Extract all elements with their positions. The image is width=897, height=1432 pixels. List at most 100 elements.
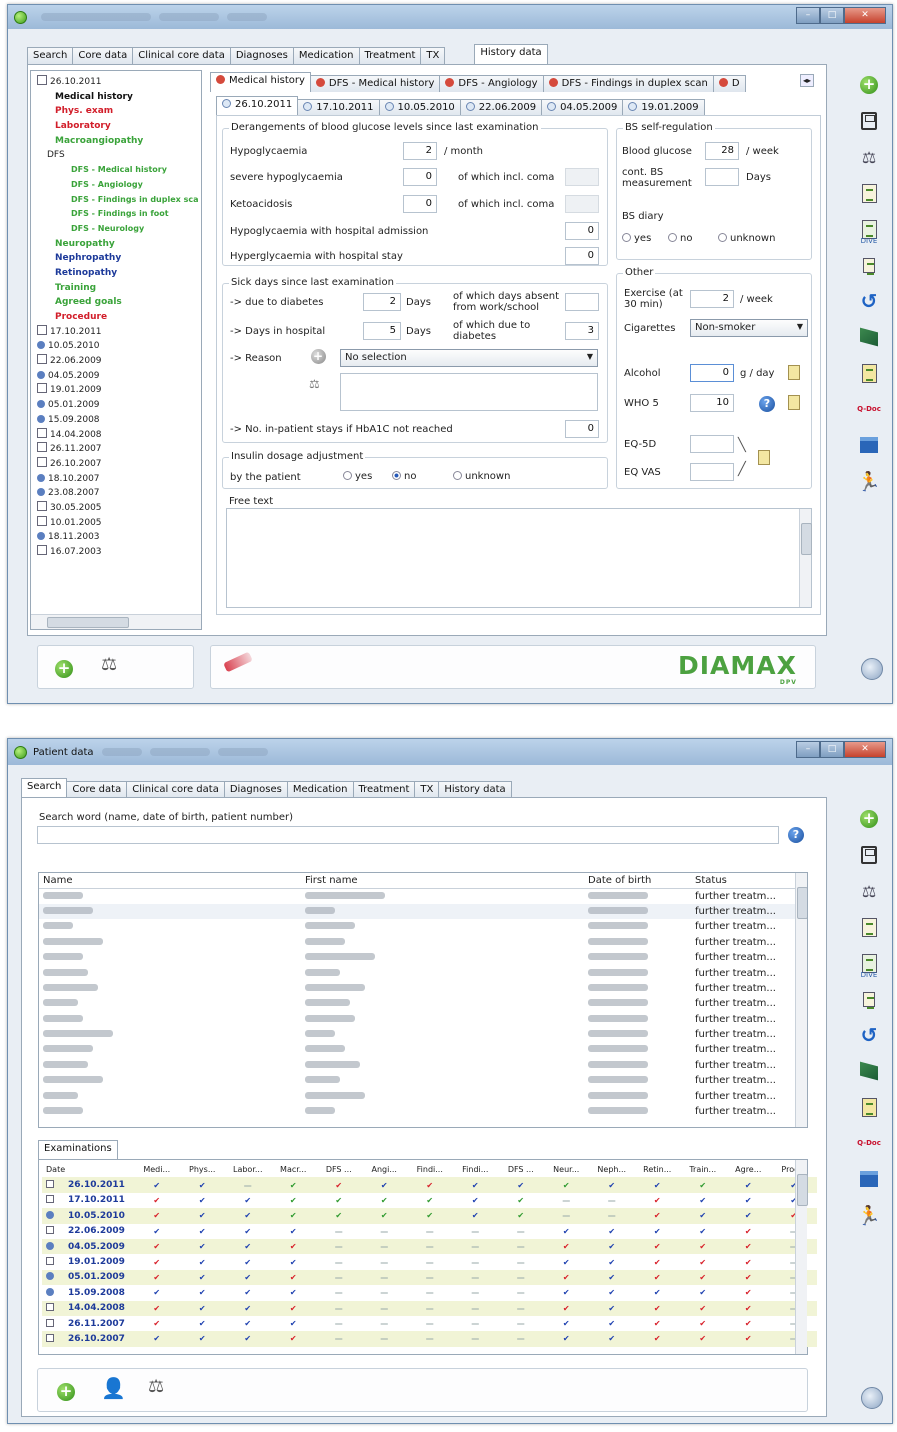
insulin-yes[interactable]: yes	[343, 471, 372, 482]
dive-icon[interactable]: DIVE	[856, 216, 882, 245]
tree-item[interactable]: Procedure	[37, 310, 201, 325]
exam-row[interactable]: 26.10.2007 ✔ ✔ ✔ ✔ — — — — — ✔ ✔ ✔ ✔ ✔ —	[42, 1331, 817, 1347]
exam-column-header[interactable]: Agre...	[726, 1162, 772, 1177]
patient-table-scrollbar[interactable]	[795, 873, 807, 1127]
subtab-medical-history[interactable]: Medical history	[210, 72, 311, 92]
add-reason-icon[interactable]: +	[305, 343, 331, 369]
table-row[interactable]: further treatm...	[39, 965, 795, 980]
tree-item[interactable]: Neuropathy	[37, 237, 201, 252]
hypoglycaemia-input[interactable]: 2	[403, 142, 437, 160]
document-icon[interactable]	[856, 914, 882, 940]
tree-item[interactable]: Macroangiopathy	[37, 134, 201, 149]
exam-row[interactable]: 05.01.2009 ✔ ✔ ✔ ✔ — — — — — ✔ ✔ ✔ ✔ ✔ —	[42, 1269, 817, 1286]
ketoacidosis-input[interactable]: 0	[403, 195, 437, 213]
qdoc-icon[interactable]: Q-Doc	[856, 1130, 882, 1156]
tree-item[interactable]: DFS - Angiology	[37, 178, 201, 193]
scale-icon[interactable]: ⚖	[856, 878, 882, 904]
add-icon[interactable]: +	[55, 660, 73, 678]
tab-medication[interactable]: Medication	[292, 47, 360, 64]
column-header-dob[interactable]: Date of birth	[584, 873, 691, 888]
scale-icon[interactable]: ⚖	[148, 1376, 164, 1397]
tree-item[interactable]: 18.11.2003	[37, 530, 201, 545]
subtab-scroll-arrows[interactable]: ◂▸	[800, 74, 815, 87]
hypo-admission-input[interactable]: 0	[565, 222, 599, 240]
subtab-dfs-angiology[interactable]: DFS - Angiology	[439, 75, 544, 92]
calendar-icon[interactable]	[856, 432, 882, 458]
bs-diary-unknown[interactable]: unknown	[718, 233, 775, 244]
note-icon[interactable]	[788, 395, 800, 410]
tab-core-data[interactable]: Core data	[72, 47, 134, 64]
minimize-button[interactable]: –	[796, 741, 820, 758]
tree-item[interactable]: 30.05.2005	[37, 501, 201, 516]
table-row[interactable]: further treatm...	[39, 1088, 795, 1103]
tree-item[interactable]: 26.10.2007	[37, 457, 201, 472]
alcohol-input[interactable]: 0	[690, 364, 734, 382]
table-row[interactable]: further treatm...	[39, 996, 795, 1011]
book-icon[interactable]	[856, 324, 882, 350]
exam-column-header[interactable]: Date	[42, 1162, 134, 1177]
date-tab-0[interactable]: 26.10.2011	[216, 96, 299, 116]
absent-input[interactable]	[565, 293, 599, 311]
tree-item[interactable]: DFS - Neurology	[37, 222, 201, 237]
tab-clinical-core-data[interactable]: Clinical core data	[126, 781, 225, 798]
calendar-icon[interactable]	[856, 1166, 882, 1192]
exam-row[interactable]: 17.10.2011 ✔ ✔ ✔ ✔ ✔ ✔ ✔ ✔ ✔ — — ✔ ✔ ✔ ✔	[42, 1192, 817, 1209]
exam-column-header[interactable]: Macr...	[271, 1162, 317, 1177]
date-tab-4[interactable]: 04.05.2009	[541, 99, 624, 116]
bs-diary-no[interactable]: no	[668, 233, 692, 244]
table-row[interactable]: further treatm...	[39, 1073, 795, 1088]
tree-item[interactable]: 18.10.2007	[37, 472, 201, 487]
tab-history-data[interactable]: History data	[474, 44, 548, 64]
tab-diagnoses[interactable]: Diagnoses	[223, 781, 288, 798]
tree-item[interactable]: 19.01.2009	[37, 383, 201, 398]
table-row[interactable]: further treatm...	[39, 1058, 795, 1073]
exam-row[interactable]: 26.11.2007 ✔ ✔ ✔ ✔ — — — — — ✔ ✔ ✔ ✔ ✔ —	[42, 1315, 817, 1332]
who5-input[interactable]: 10	[690, 394, 734, 412]
tree-item[interactable]: 26.11.2007	[37, 442, 201, 457]
table-row[interactable]: further treatm...	[39, 1012, 795, 1027]
undo-icon[interactable]: ↺	[856, 288, 882, 314]
maximize-button[interactable]: □	[820, 7, 844, 24]
exam-row[interactable]: 14.04.2008 ✔ ✔ ✔ ✔ — — — — — ✔ ✔ ✔ ✔ ✔ —	[42, 1300, 817, 1316]
free-text-area[interactable]	[226, 508, 812, 608]
document-icon[interactable]	[856, 180, 882, 206]
severe-hypoglycaemia-input[interactable]: 0	[403, 168, 437, 186]
tree-item[interactable]: Phys. exam	[37, 104, 201, 119]
subtab-dfs-findings-in-duplex-scan[interactable]: DFS - Findings in duplex scan	[542, 75, 714, 92]
exam-column-header[interactable]: Proc...	[771, 1162, 817, 1177]
exam-column-header[interactable]: Findi...	[453, 1162, 499, 1177]
exercise-input[interactable]: 2	[690, 290, 734, 308]
tree-item[interactable]: 16.07.2003	[37, 545, 201, 560]
tab-core-data[interactable]: Core data	[66, 781, 128, 798]
tab-examinations[interactable]: Examinations	[38, 1140, 118, 1160]
tab-history-data[interactable]: History data	[438, 781, 512, 798]
exam-column-header[interactable]: Angi...	[362, 1162, 408, 1177]
bs-diary-yes[interactable]: yes	[622, 233, 651, 244]
tree-item[interactable]: 05.01.2009	[37, 398, 201, 413]
tab-search[interactable]: Search	[27, 47, 74, 64]
person-search-icon[interactable]: 👤	[101, 1376, 126, 1400]
exam-row[interactable]: 19.01.2009 ✔ ✔ ✔ ✔ — — — — — ✔ ✔ ✔ ✔ ✔ —	[42, 1254, 817, 1270]
search-input[interactable]	[37, 826, 779, 844]
tree-item[interactable]: DFS	[37, 148, 201, 163]
run-icon[interactable]: 🏃	[856, 468, 882, 494]
free-text-scrollbar[interactable]	[799, 509, 812, 607]
tree-item[interactable]: DFS - Medical history	[37, 163, 201, 178]
insulin-no[interactable]: no	[392, 471, 416, 482]
tree-item[interactable]: Medical history	[37, 90, 201, 105]
date-tab-2[interactable]: 10.05.2010	[378, 99, 461, 116]
tree-item[interactable]: Training	[37, 281, 201, 296]
tree-item[interactable]: 15.09.2008	[37, 413, 201, 428]
due-diabetes-input[interactable]: 3	[565, 322, 599, 340]
days-in-hospital-input[interactable]: 5	[363, 322, 401, 340]
tab-tx[interactable]: TX	[420, 47, 446, 64]
table-row[interactable]: further treatm...	[39, 950, 795, 965]
table-row[interactable]: further treatm...	[39, 981, 795, 996]
column-header-status[interactable]: Status	[691, 873, 795, 888]
note-icon[interactable]	[788, 365, 800, 380]
tab-treatment[interactable]: Treatment	[352, 781, 416, 798]
scale-icon[interactable]: ⚖	[101, 654, 117, 675]
tree-item[interactable]: 14.04.2008	[37, 428, 201, 443]
tab-clinical-core-data[interactable]: Clinical core data	[132, 47, 231, 64]
column-header-name[interactable]: Name	[39, 873, 301, 888]
